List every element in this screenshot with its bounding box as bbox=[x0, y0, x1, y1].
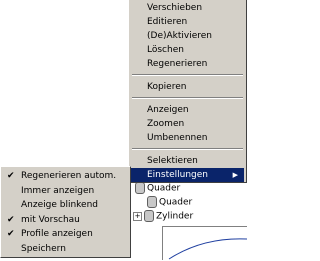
submenu-item-regenerieren-autom[interactable]: ✔ Regenerieren autom. bbox=[3, 169, 128, 184]
submenu-item-speichern[interactable]: Speichern bbox=[3, 242, 128, 257]
tree-item-zylinder[interactable]: + Zylinder bbox=[133, 210, 193, 222]
menu-item-deaktivieren[interactable]: (De)Aktivieren bbox=[131, 29, 244, 43]
menu-item-umbenennen[interactable]: Umbenennen bbox=[131, 131, 244, 145]
menu-item-regenerieren[interactable]: Regenerieren bbox=[131, 57, 244, 71]
box-icon bbox=[147, 196, 157, 208]
cylinder-icon bbox=[144, 210, 154, 222]
expand-plus-icon[interactable]: + bbox=[133, 211, 142, 221]
menu-item-editieren[interactable]: Editieren bbox=[131, 15, 244, 29]
settings-submenu: ✔ Regenerieren autom. Immer anzeigen Anz… bbox=[0, 166, 131, 258]
menu-item-selektieren[interactable]: Selektieren bbox=[131, 154, 244, 168]
menu-item-einstellungen[interactable]: Einstellungen ▶ bbox=[131, 168, 244, 182]
preview-panel bbox=[162, 226, 248, 260]
checkmark-icon: ✔ bbox=[7, 171, 15, 181]
tree-item-quader-1[interactable]: Quader bbox=[135, 182, 180, 194]
submenu-item-mit-vorschau[interactable]: ✔ mit Vorschau bbox=[3, 213, 128, 228]
menu-item-verschieben[interactable]: Verschieben bbox=[131, 1, 244, 15]
submenu-item-anzeige-blinkend[interactable]: Anzeige blinkend bbox=[3, 198, 128, 213]
menu-separator bbox=[132, 148, 243, 150]
submenu-item-immer-anzeigen[interactable]: Immer anzeigen bbox=[3, 184, 128, 199]
tree-item-quader-2[interactable]: Quader bbox=[147, 196, 192, 208]
background-canvas bbox=[0, 0, 128, 167]
curve-graphic bbox=[168, 238, 248, 260]
checkmark-icon: ✔ bbox=[7, 214, 15, 225]
menu-separator bbox=[132, 97, 243, 99]
menu-item-zoomen[interactable]: Zoomen bbox=[131, 117, 244, 131]
box-icon bbox=[135, 182, 145, 194]
menu-item-einstellungen-label: Einstellungen bbox=[147, 170, 209, 180]
menu-separator bbox=[132, 74, 243, 76]
context-menu: Verschieben Editieren (De)Aktivieren Lös… bbox=[128, 0, 247, 183]
submenu-item-profile-anzeigen[interactable]: ✔ Profile anzeigen bbox=[3, 227, 128, 242]
menu-item-loeschen[interactable]: Löschen bbox=[131, 43, 244, 57]
menu-item-kopieren[interactable]: Kopieren bbox=[131, 80, 244, 94]
submenu-arrow-icon: ▶ bbox=[232, 171, 238, 179]
menu-item-anzeigen[interactable]: Anzeigen bbox=[131, 103, 244, 117]
checkmark-icon: ✔ bbox=[7, 229, 15, 239]
